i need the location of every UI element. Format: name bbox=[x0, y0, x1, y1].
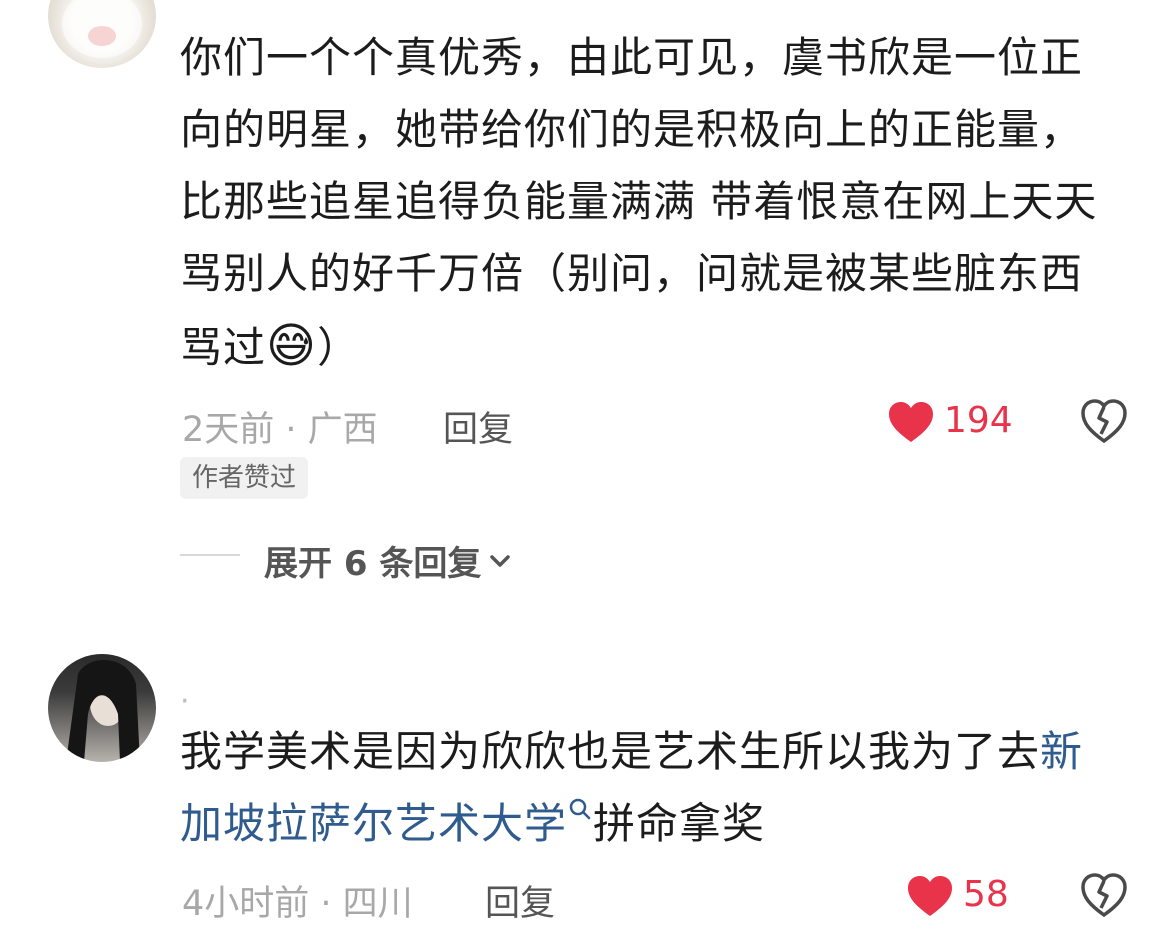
comment-line-text: 我学美术是因为欣欣也是艺术生所以我为了去 bbox=[180, 727, 1041, 776]
heart-icon bbox=[889, 402, 933, 442]
reply-button[interactable]: 回复 bbox=[443, 401, 513, 452]
comment-line-text: 骂过 bbox=[180, 323, 267, 372]
comment-line: 你们一个个真优秀，由此可见，虞书欣是一位正 bbox=[180, 33, 1084, 82]
dislike-button[interactable] bbox=[1080, 872, 1128, 922]
avatar[interactable] bbox=[48, 654, 156, 762]
emoji: 😅 bbox=[266, 318, 318, 374]
comment-line: 向的明星，她带给你们的是积极向上的正能量， bbox=[180, 105, 1084, 154]
broken-heart-icon bbox=[1081, 399, 1127, 444]
time-location: 4小时前 · 四川 bbox=[182, 884, 413, 924]
reply-button[interactable]: 回复 bbox=[485, 875, 555, 926]
comment-line: 比那些追星追得负能量满满 带着恨意在网上天天 bbox=[180, 177, 1098, 226]
heart-icon bbox=[908, 876, 952, 916]
author-liked-badge: 作者赞过 bbox=[180, 457, 309, 499]
like-button[interactable] bbox=[887, 400, 935, 448]
broken-heart-icon bbox=[1081, 873, 1127, 918]
expand-replies-label: 展开 6 条回复 bbox=[264, 544, 482, 584]
comment-line: 骂别人的好千万倍（别问，问就是被某些脏东西 bbox=[180, 249, 1084, 298]
avatar[interactable] bbox=[48, 0, 156, 68]
dislike-button[interactable] bbox=[1080, 398, 1128, 448]
like-count: 58 bbox=[963, 874, 1009, 915]
divider bbox=[180, 554, 240, 556]
chevron-down-icon bbox=[490, 554, 511, 567]
comment-text: 你们一个个真优秀，由此可见，虞书欣是一位正 向的明星，她带给你们的是积极向上的正… bbox=[180, 22, 1097, 384]
comment-line: 加坡拉萨尔艺术大学 拼命拿奖 bbox=[180, 788, 1083, 860]
time-location: 2天前 · 广西 bbox=[182, 410, 378, 450]
search-link[interactable]: 新 bbox=[1040, 727, 1083, 776]
search-link[interactable]: 加坡拉萨尔艺术大学 bbox=[180, 799, 567, 848]
comment-line-tail: ） bbox=[317, 323, 361, 372]
like-button[interactable] bbox=[906, 874, 954, 922]
comment-line: 我学美术是因为欣欣也是艺术生所以我为了去新 bbox=[180, 716, 1083, 788]
expand-replies-button[interactable]: 展开 6 条回复 bbox=[264, 536, 513, 585]
user-name[interactable]: · bbox=[180, 684, 190, 719]
comment-text: 我学美术是因为欣欣也是艺术生所以我为了去新 加坡拉萨尔艺术大学 拼命拿奖 bbox=[180, 716, 1083, 860]
comment-line-text: 拼命拿奖 bbox=[593, 799, 766, 848]
like-count: 194 bbox=[944, 400, 1013, 441]
search-icon[interactable] bbox=[567, 796, 593, 822]
comment-line: 骂过😅） bbox=[180, 310, 1097, 384]
